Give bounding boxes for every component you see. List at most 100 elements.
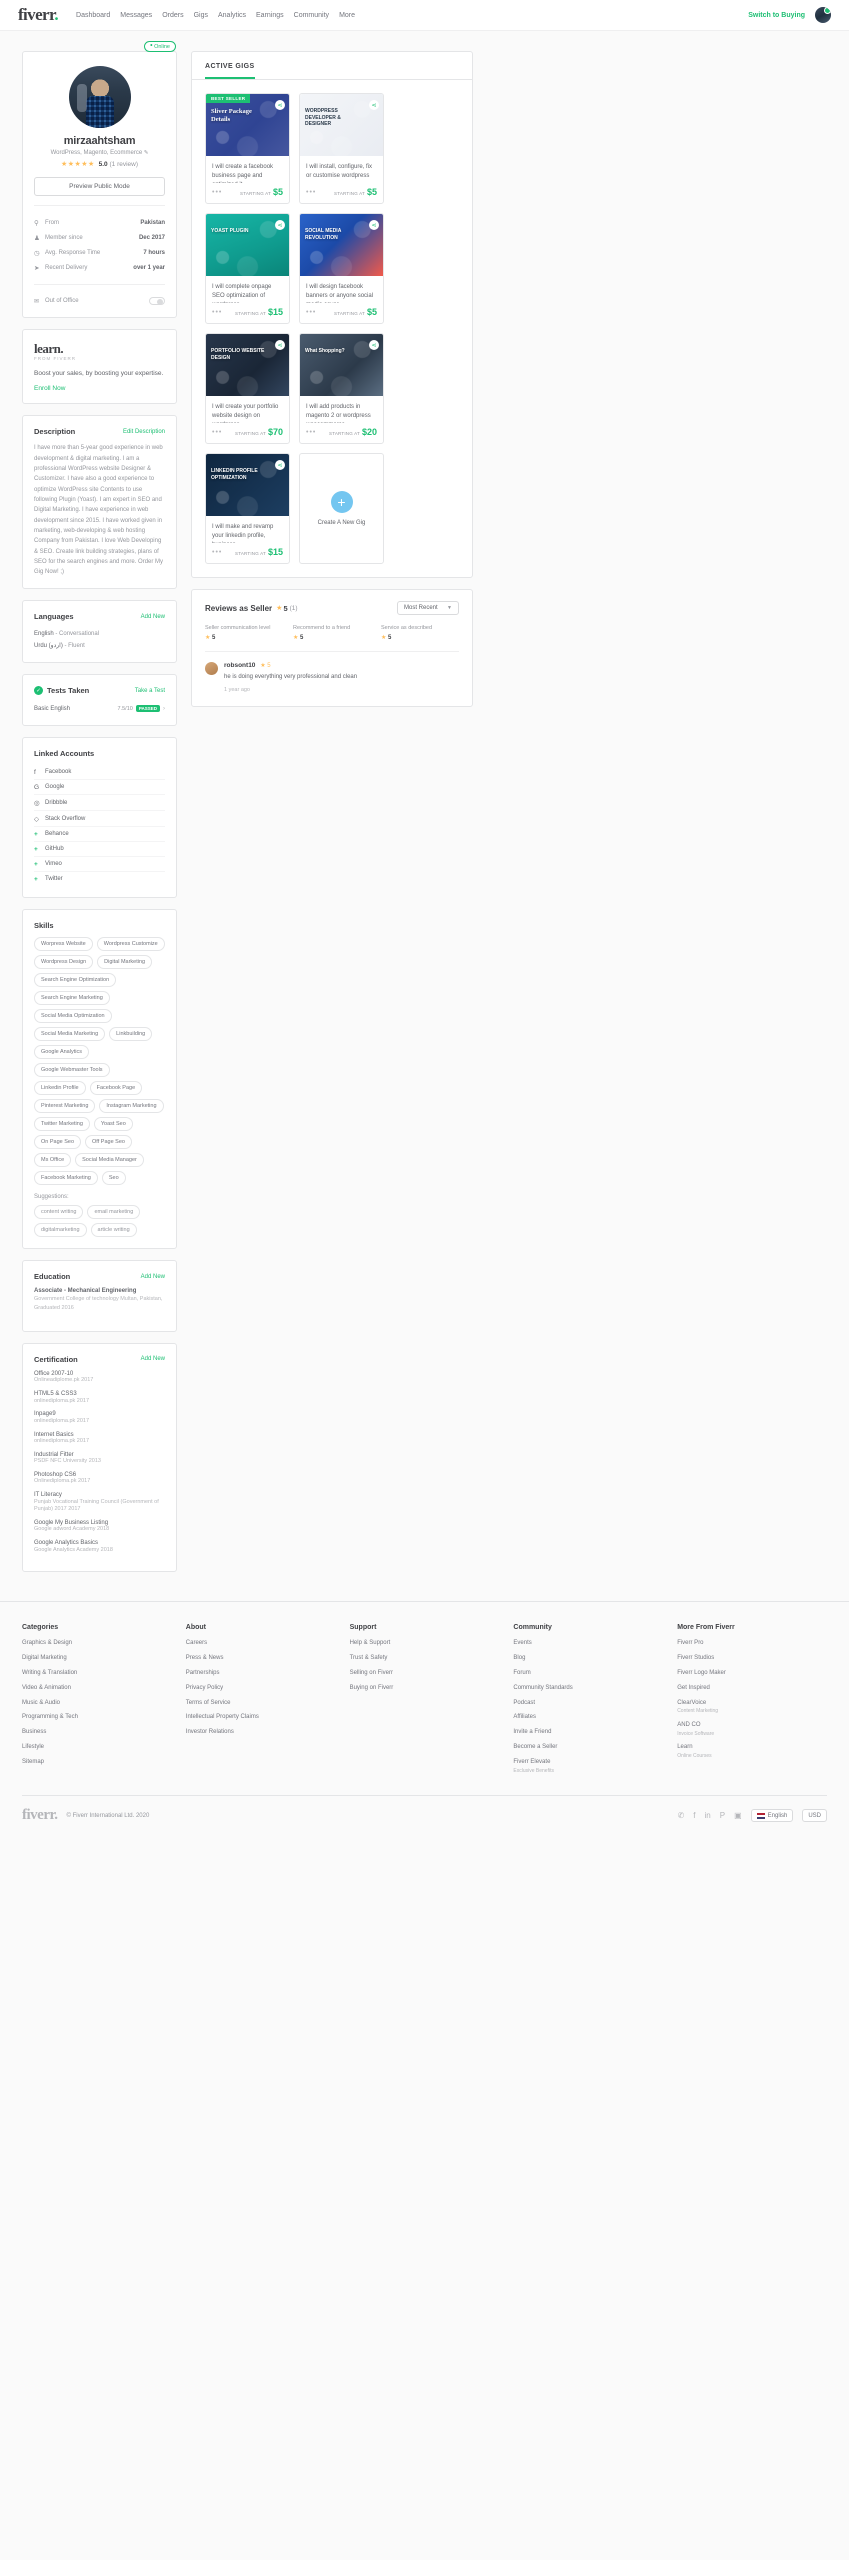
edit-description-link[interactable]: Edit Description: [123, 429, 165, 435]
footer-link[interactable]: Sitemap: [22, 1759, 172, 1767]
gig-card[interactable]: What Shopping? ⋖ I will add products in …: [299, 333, 384, 444]
take-a-test-link[interactable]: Take a Test: [135, 688, 165, 694]
skill-tag[interactable]: Twitter Marketing: [34, 1117, 90, 1132]
chevron-right-icon[interactable]: ›: [163, 706, 165, 712]
footer-link[interactable]: Affiliates: [513, 1714, 663, 1722]
footer-link[interactable]: Fiverr Studios: [677, 1655, 827, 1663]
nav-item-community[interactable]: Community: [294, 12, 329, 19]
out-of-office-toggle[interactable]: [149, 297, 165, 305]
nav-item-orders[interactable]: Orders: [162, 12, 183, 19]
footer-link[interactable]: Invite a Friend: [513, 1729, 663, 1737]
footer-link[interactable]: Fiverr Logo Maker: [677, 1670, 827, 1678]
linked-account-vimeo[interactable]: + Vimeo: [34, 857, 165, 873]
footer-link[interactable]: Music & Audio: [22, 1700, 172, 1708]
edit-pencil-icon[interactable]: ✎: [144, 150, 149, 156]
footer-link-learn[interactable]: Learn Online Courses: [677, 1744, 827, 1759]
gig-card[interactable]: YOAST PLUGIN ⋖ I will complete onpage SE…: [205, 213, 290, 324]
footer-link-clearvoice[interactable]: ClearVoice Content Marketing: [677, 1700, 827, 1715]
nav-item-messages[interactable]: Messages: [120, 12, 152, 19]
skill-tag[interactable]: Worpress Website: [34, 937, 93, 952]
skill-tag[interactable]: Linkedin Profile: [34, 1081, 86, 1096]
switch-to-buying-link[interactable]: Switch to Buying: [748, 12, 805, 19]
nav-item-more[interactable]: More: [339, 12, 355, 19]
enroll-now-link[interactable]: Enroll Now: [34, 385, 65, 392]
footer-link[interactable]: Get Inspired: [677, 1685, 827, 1693]
footer-link[interactable]: Blog: [513, 1655, 663, 1663]
gig-options-icon[interactable]: •••: [212, 429, 222, 436]
footer-link[interactable]: Partnerships: [186, 1670, 336, 1678]
add-language-link[interactable]: Add New: [141, 614, 165, 620]
pinterest-icon[interactable]: P: [720, 1811, 725, 1820]
suggestion-tag[interactable]: content writing: [34, 1205, 84, 1220]
skill-tag[interactable]: Facebook Marketing: [34, 1171, 98, 1186]
footer-link[interactable]: Investor Relations: [186, 1729, 336, 1737]
nav-item-gigs[interactable]: Gigs: [194, 12, 208, 19]
footer-link[interactable]: Programming & Tech: [22, 1714, 172, 1722]
footer-link[interactable]: Graphics & Design: [22, 1640, 172, 1648]
reviews-sort-select[interactable]: Most Recent ▼: [397, 601, 459, 615]
skill-tag[interactable]: Social Media Marketing: [34, 1027, 106, 1042]
gig-card[interactable]: PORTFOLIO WEBSITE DESIGN ⋖ I will create…: [205, 333, 290, 444]
footer-link[interactable]: Forum: [513, 1670, 663, 1678]
skill-tag[interactable]: Social Media Optimization: [34, 1009, 112, 1024]
footer-link[interactable]: Writing & Translation: [22, 1670, 172, 1678]
language-selector[interactable]: English: [750, 1809, 794, 1823]
skill-tag[interactable]: Pinterest Marketing: [34, 1099, 96, 1114]
footer-link[interactable]: Buying on Fiverr: [350, 1685, 500, 1693]
header-avatar[interactable]: [815, 7, 831, 23]
footer-link[interactable]: Help & Support: [350, 1640, 500, 1648]
linked-account-facebook[interactable]: f Facebook: [34, 765, 165, 781]
footer-link[interactable]: Become a Seller: [513, 1744, 663, 1752]
footer-link[interactable]: Privacy Policy: [186, 1685, 336, 1693]
footer-link[interactable]: Fiverr Pro: [677, 1640, 827, 1648]
footer-link[interactable]: Podcast: [513, 1700, 663, 1708]
add-certification-link[interactable]: Add New: [141, 1356, 165, 1362]
share-icon[interactable]: ⋖: [275, 460, 285, 470]
footer-link[interactable]: Lifestyle: [22, 1744, 172, 1752]
twitter-icon[interactable]: ✆: [678, 1811, 685, 1820]
facebook-icon[interactable]: f: [693, 1811, 695, 1820]
linked-account-behance[interactable]: + Behance: [34, 827, 165, 843]
skill-tag[interactable]: Off Page Seo: [85, 1135, 132, 1150]
linked-account-dribbble[interactable]: ◎ Dribbble: [34, 795, 165, 812]
gig-card[interactable]: WORDPRESS DEVELOPER & DESIGNER ⋖ I will …: [299, 93, 384, 204]
gig-card[interactable]: LINKEDIN PROFILE OPTIMIZATION ⋖ I will m…: [205, 453, 290, 564]
footer-link[interactable]: Community Standards: [513, 1685, 663, 1693]
currency-selector[interactable]: USD: [802, 1809, 827, 1823]
test-item[interactable]: Basic English 7.5/10 PASSED ›: [34, 703, 165, 714]
skill-tag[interactable]: Search Engine Optimization: [34, 973, 117, 988]
skill-tag[interactable]: Ms Office: [34, 1153, 72, 1168]
linked-account-twitter[interactable]: + Twitter: [34, 872, 165, 886]
skill-tag[interactable]: Search Engine Marketing: [34, 991, 110, 1006]
share-icon[interactable]: ⋖: [275, 340, 285, 350]
gig-card[interactable]: BEST SELLER Sliver Package Details ⋖ I w…: [205, 93, 290, 204]
share-icon[interactable]: ⋖: [369, 340, 379, 350]
footer-link[interactable]: Trust & Safety: [350, 1655, 500, 1663]
footer-link[interactable]: Terms of Service: [186, 1700, 336, 1708]
skill-tag[interactable]: Yoast Seo: [93, 1117, 133, 1132]
gig-options-icon[interactable]: •••: [306, 429, 316, 436]
skill-tag[interactable]: On Page Seo: [34, 1135, 82, 1150]
suggestion-tag[interactable]: email marketing: [87, 1205, 141, 1220]
suggestion-tag[interactable]: article writing: [90, 1223, 137, 1238]
share-icon[interactable]: ⋖: [275, 220, 285, 230]
footer-link-fiverr-elevate[interactable]: Fiverr Elevate Exclusive Benefits: [513, 1759, 663, 1774]
gig-options-icon[interactable]: •••: [212, 549, 222, 556]
skill-tag[interactable]: Seo: [101, 1171, 126, 1186]
skill-tag[interactable]: Facebook Page: [89, 1081, 143, 1096]
tab-active-gigs[interactable]: ACTIVE GIGS: [205, 63, 255, 79]
skill-tag[interactable]: Linkbuilding: [109, 1027, 153, 1042]
footer-link[interactable]: Video & Animation: [22, 1685, 172, 1693]
preview-public-mode-button[interactable]: Preview Public Mode: [34, 177, 165, 196]
fiverr-logo[interactable]: fiverr.: [18, 5, 59, 25]
linked-account-google[interactable]: G Google: [34, 780, 165, 796]
skill-tag[interactable]: Social Media Manager: [75, 1153, 144, 1168]
footer-link[interactable]: Events: [513, 1640, 663, 1648]
footer-link[interactable]: Business: [22, 1729, 172, 1737]
instagram-icon[interactable]: ▣: [734, 1811, 742, 1820]
footer-link[interactable]: Intellectual Property Claims: [186, 1714, 336, 1722]
footer-link[interactable]: Press & News: [186, 1655, 336, 1663]
nav-item-earnings[interactable]: Earnings: [256, 12, 284, 19]
skill-tag[interactable]: Wordpress Design: [34, 955, 94, 970]
add-education-link[interactable]: Add New: [141, 1274, 165, 1280]
